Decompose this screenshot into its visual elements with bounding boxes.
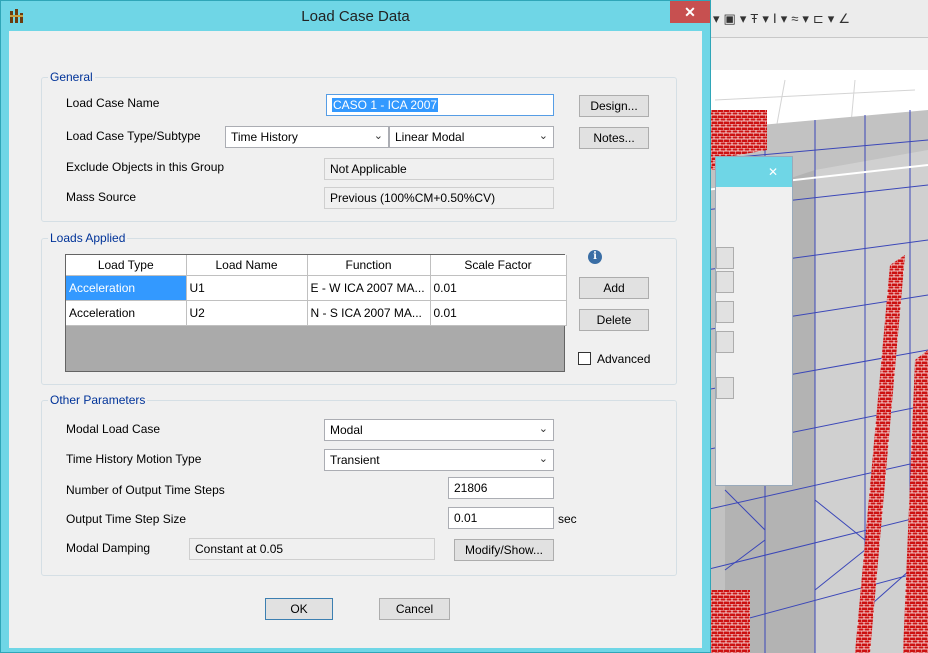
motion-type-label: Time History Motion Type	[66, 452, 202, 466]
step-size-label: Output Time Step Size	[66, 512, 187, 526]
background-toolbar: ▾ ▣ ▾ Ŧ ▾ Ⅰ ▾ ≈ ▾ ⊏ ▾ ∠	[705, 0, 928, 38]
step-size-unit: sec	[558, 512, 577, 526]
background-dialog-close-icon[interactable]: ✕	[760, 163, 786, 181]
output-steps-input[interactable]: 21806	[448, 477, 554, 499]
info-icon[interactable]: i	[588, 250, 602, 264]
function-cell[interactable]: N - S ICA 2007 MA...	[307, 300, 431, 326]
modify-show-button[interactable]: Modify/Show...	[454, 539, 554, 561]
notes-button[interactable]: Notes...	[579, 127, 649, 149]
toolbar-dropdown-icon[interactable]: ▾	[740, 11, 747, 27]
background-application: ▾ ▣ ▾ Ŧ ▾ Ⅰ ▾ ≈ ▾ ⊏ ▾ ∠ ✕	[705, 0, 928, 653]
toolbar-brace-icon[interactable]: ≈	[791, 11, 798, 26]
function-cell[interactable]: E - W ICA 2007 MA...	[307, 275, 431, 301]
load-name-cell[interactable]: U1	[186, 275, 308, 301]
load-case-subtype-select[interactable]: Linear Modal ⌄	[389, 126, 554, 148]
chevron-down-icon: ⌄	[538, 130, 548, 142]
load-case-type-label: Load Case Type/Subtype	[66, 129, 201, 143]
toolbar-dropdown-icon[interactable]: ▾	[828, 11, 835, 27]
load-case-name-value: CASO 1 - ICA 2007	[332, 98, 439, 112]
column-header-scale-factor[interactable]: Scale Factor	[430, 255, 567, 276]
chevron-down-icon: ⌄	[373, 130, 383, 142]
scale-factor-cell[interactable]: 0.01	[430, 300, 567, 326]
modal-damping-label: Modal Damping	[66, 541, 151, 555]
column-header-function[interactable]: Function	[307, 255, 431, 276]
modal-damping-field: Constant at 0.05	[189, 538, 435, 560]
modal-load-case-label: Modal Load Case	[66, 422, 161, 436]
background-dialog-button[interactable]	[716, 331, 734, 353]
background-dialog-button[interactable]	[716, 271, 734, 293]
background-dialog-titlebar: ✕	[716, 157, 792, 187]
toolbar-wall-icon[interactable]: ⊏	[813, 11, 824, 27]
toolbar-dropdown-icon[interactable]: ▾	[713, 11, 720, 27]
dialog-title: Load Case Data	[301, 8, 410, 25]
motion-type-select[interactable]: Transient ⌄	[324, 449, 554, 471]
modal-load-case-select[interactable]: Modal ⌄	[324, 419, 554, 441]
advanced-checkbox[interactable]	[578, 352, 591, 365]
loads-table[interactable]: Load Type Load Name Function Scale Facto…	[65, 254, 567, 372]
motion-type-value: Transient	[330, 453, 380, 467]
load-name-cell[interactable]: U2	[186, 300, 308, 326]
background-dialog: ✕	[715, 156, 793, 486]
advanced-label: Advanced	[597, 352, 651, 366]
modal-load-case-value: Modal	[330, 423, 363, 437]
load-type-cell[interactable]: Acceleration	[66, 300, 187, 326]
toolbar-draw-icon[interactable]: ∠	[838, 11, 850, 27]
toolbar-dropdown-icon[interactable]: ▾	[802, 11, 809, 27]
add-button[interactable]: Add	[579, 277, 649, 299]
background-dialog-button[interactable]	[716, 377, 734, 399]
dialog-body: General Load Case Name CASO 1 - ICA 2007…	[9, 31, 702, 648]
design-button[interactable]: Design...	[579, 95, 649, 117]
column-header-load-name[interactable]: Load Name	[186, 255, 308, 276]
table-row[interactable]: Acceleration U1 E - W ICA 2007 MA... 0.0…	[66, 275, 567, 301]
scale-factor-cell[interactable]: 0.01	[430, 275, 567, 301]
loads-applied-group-label: Loads Applied	[48, 231, 128, 245]
background-dialog-button[interactable]	[716, 301, 734, 323]
exclude-objects-field: Not Applicable	[324, 158, 554, 180]
table-header-row: Load Type Load Name Function Scale Facto…	[66, 255, 567, 276]
toolbar-column-icon[interactable]: Ⅰ	[773, 11, 777, 27]
chevron-down-icon: ⌄	[538, 423, 548, 435]
mass-source-label: Mass Source	[66, 190, 137, 204]
toolbar-dropdown-icon[interactable]: ▾	[781, 11, 788, 27]
toolbar-beam-icon[interactable]: Ŧ	[750, 11, 758, 26]
column-header-load-type[interactable]: Load Type	[66, 255, 187, 276]
chevron-down-icon: ⌄	[538, 453, 548, 465]
ok-button[interactable]: OK	[265, 598, 333, 620]
table-row[interactable]: Acceleration U2 N - S ICA 2007 MA... 0.0…	[66, 300, 567, 326]
general-group-label: General	[48, 70, 95, 84]
mass-source-field: Previous (100%CM+0.50%CV)	[324, 187, 554, 209]
load-case-data-dialog: Load Case Data ✕ General Load Case Name …	[0, 0, 711, 653]
background-dialog-button[interactable]	[716, 247, 734, 269]
load-case-subtype-value: Linear Modal	[395, 130, 465, 144]
close-button[interactable]: ✕	[670, 1, 710, 23]
load-case-name-label: Load Case Name	[66, 96, 160, 110]
exclude-objects-label: Exclude Objects in this Group	[66, 160, 225, 174]
load-case-type-select[interactable]: Time History ⌄	[225, 126, 389, 148]
load-case-name-input[interactable]: CASO 1 - ICA 2007	[326, 94, 554, 116]
output-steps-label: Number of Output Time Steps	[66, 483, 225, 497]
other-parameters-group-label: Other Parameters	[48, 393, 148, 407]
toolbar-dropdown-icon[interactable]: ▾	[762, 11, 769, 27]
step-size-input[interactable]: 0.01	[448, 507, 554, 529]
load-type-cell[interactable]: Acceleration	[66, 275, 187, 301]
toolbar-view-icon[interactable]: ▣	[724, 11, 736, 27]
delete-button[interactable]: Delete	[579, 309, 649, 331]
load-case-type-value: Time History	[231, 130, 298, 144]
cancel-button[interactable]: Cancel	[379, 598, 450, 620]
dialog-titlebar[interactable]: Load Case Data ✕	[1, 1, 710, 31]
